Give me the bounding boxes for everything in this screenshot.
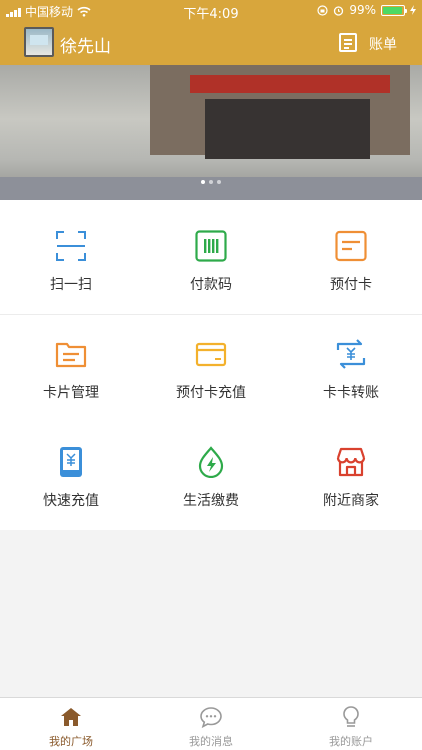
action-card-recharge[interactable]: 预付卡充值 — [141, 310, 281, 410]
banner-doorway — [205, 99, 370, 159]
action-label: 预付卡 — [330, 277, 372, 293]
tab-account[interactable]: 我的账户 — [281, 698, 421, 750]
carousel-dot — [217, 180, 221, 184]
status-bar: 中国移动 下午4:09 99% — [0, 0, 422, 22]
scan-icon — [56, 231, 86, 261]
user-nickname[interactable]: 徐先山 — [60, 32, 111, 57]
action-quick-recharge[interactable]: 快速充值 — [1, 418, 141, 518]
action-label: 快速充值 — [43, 493, 99, 509]
rotation-lock-icon — [317, 4, 328, 16]
banner-carousel[interactable] — [0, 65, 422, 200]
tab-label: 我的广场 — [49, 735, 93, 748]
message-icon — [200, 707, 222, 729]
avatar[interactable] — [24, 27, 54, 57]
store-icon — [336, 447, 366, 477]
action-card-management[interactable]: 卡片管理 — [1, 310, 141, 410]
action-utility-payment[interactable]: 生活缴费 — [141, 418, 281, 518]
action-scan[interactable]: 扫一扫 — [1, 202, 141, 302]
action-label: 扫一扫 — [50, 277, 92, 293]
barcode-icon — [195, 230, 227, 262]
utility-icon — [198, 446, 224, 478]
action-nearby-merchants[interactable]: 附近商家 — [281, 418, 421, 518]
account-icon — [343, 706, 359, 727]
action-label: 预付卡充值 — [176, 385, 246, 401]
carousel-dot — [209, 180, 213, 184]
home-icon — [61, 708, 81, 726]
carousel-dot — [201, 180, 205, 184]
top-bar: 中国移动 下午4:09 99% 徐先山 账单 — [0, 0, 422, 65]
tab-bar: 我的广场 我的消息 我的账户 — [0, 697, 422, 750]
bill-icon[interactable] — [339, 33, 357, 52]
charging-icon — [410, 5, 416, 15]
transfer-icon — [336, 339, 366, 369]
action-label: 卡片管理 — [43, 385, 99, 401]
battery-percent: 99% — [349, 3, 376, 17]
action-label: 附近商家 — [323, 493, 379, 509]
bill-button[interactable]: 账单 — [369, 34, 397, 54]
prepaid-card-icon — [335, 230, 367, 262]
action-label: 生活缴费 — [183, 493, 239, 509]
card-folder-icon — [55, 342, 87, 368]
tab-plaza[interactable]: 我的广场 — [1, 698, 141, 750]
action-label: 付款码 — [190, 277, 232, 293]
battery-icon — [381, 4, 407, 16]
carousel-indicator — [0, 180, 422, 184]
card-recharge-icon — [195, 342, 227, 367]
tab-label: 我的账户 — [329, 735, 373, 748]
action-payment-code[interactable]: 付款码 — [141, 202, 281, 302]
nav-bar: 徐先山 账单 — [0, 24, 422, 62]
phone-recharge-icon — [60, 447, 82, 477]
alarm-icon — [334, 5, 344, 16]
action-prepaid-card[interactable]: 预付卡 — [281, 202, 421, 302]
action-label: 卡卡转账 — [323, 385, 379, 401]
function-grid: 扫一扫 付款码 预付卡 卡片管理 预付卡充值 卡卡转账 快速充值 生活缴费 附近… — [0, 200, 422, 530]
action-card-transfer[interactable]: 卡卡转账 — [281, 310, 421, 410]
banner-sign — [190, 75, 390, 93]
tab-messages[interactable]: 我的消息 — [141, 698, 281, 750]
tab-label: 我的消息 — [189, 735, 233, 748]
